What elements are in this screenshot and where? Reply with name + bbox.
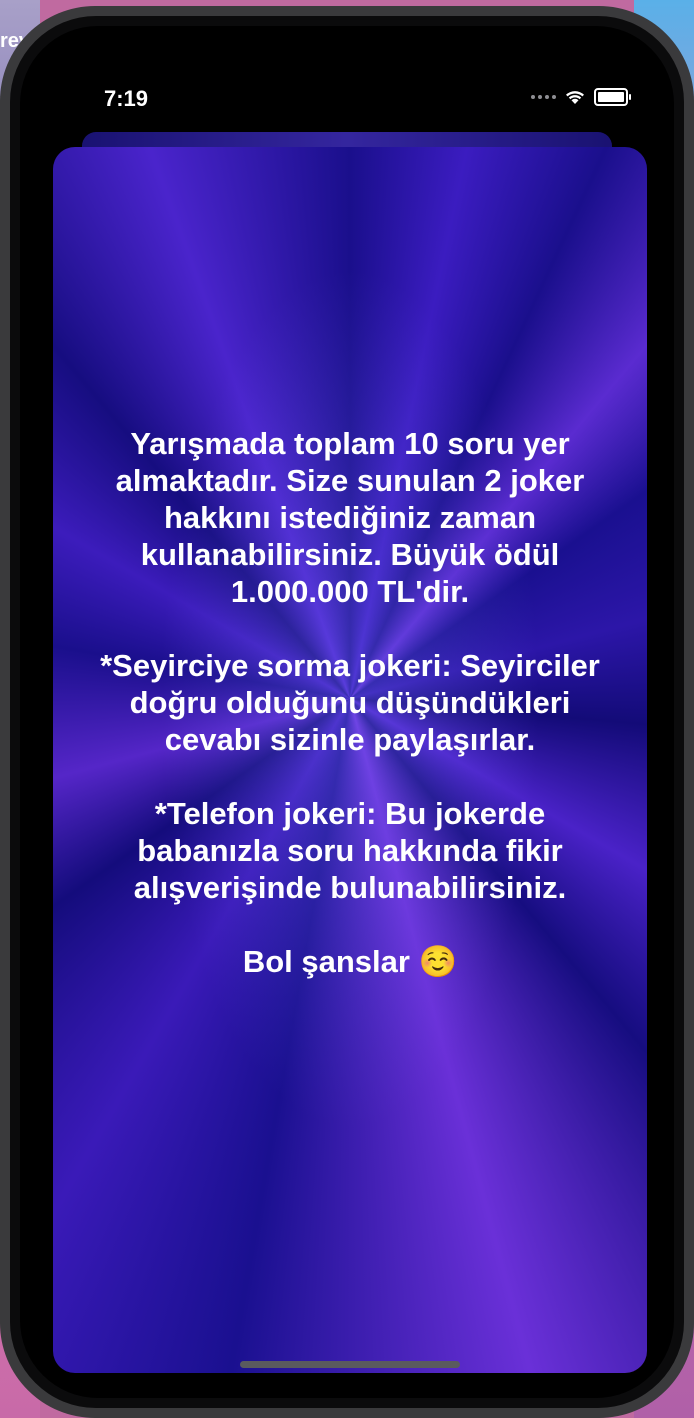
phone-frame: 7:19 Yarışmada toplam 10 soru yer almakt… (0, 6, 694, 1418)
phone-screen: 7:19 Yarışmada toplam 10 soru yer almakt… (20, 26, 674, 1398)
info-modal-sheet[interactable]: Yarışmada toplam 10 soru yer almaktadır.… (53, 147, 647, 1373)
home-indicator[interactable] (240, 1361, 460, 1368)
wifi-icon (566, 91, 584, 104)
status-icons (531, 88, 631, 106)
rules-paragraph-good-luck: Bol şanslar ☺️ (242, 944, 458, 979)
rules-text: Yarışmada toplam 10 soru yer almaktadır.… (93, 425, 607, 1017)
battery-icon (594, 88, 631, 106)
cellular-signal-icon (531, 95, 556, 99)
rules-paragraph-phone-joker: *Telefon jokeri: Bu jokerde babanızla so… (133, 796, 567, 905)
phone-bezel: 7:19 Yarışmada toplam 10 soru yer almakt… (10, 16, 684, 1408)
status-time: 7:19 (104, 86, 149, 111)
rules-paragraph-intro: Yarışmada toplam 10 soru yer almaktadır.… (115, 426, 585, 609)
rules-paragraph-audience-joker: *Seyirciye sorma jokeri: Seyirciler doğr… (100, 648, 600, 757)
